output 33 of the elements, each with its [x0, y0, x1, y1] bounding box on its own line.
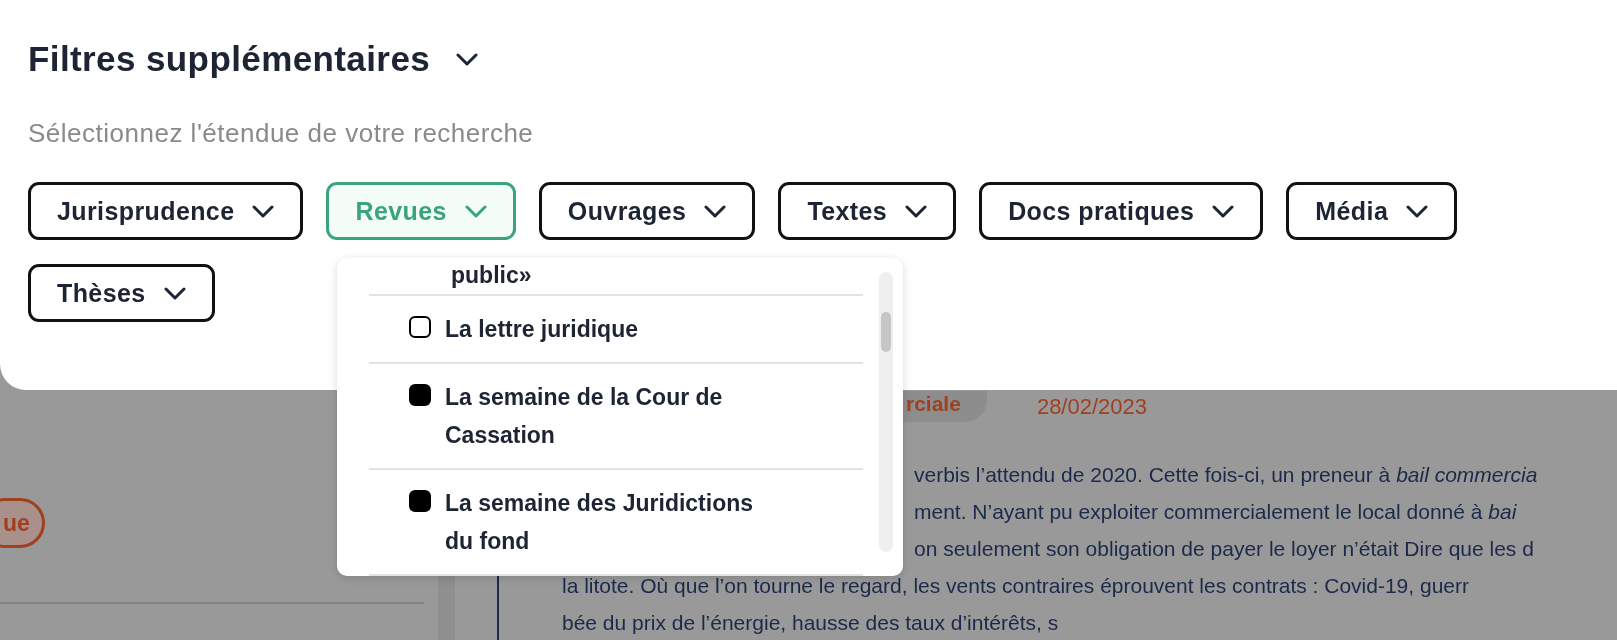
- filter-dropdown-button[interactable]: Docs pratiques: [979, 182, 1264, 240]
- chevron-down-icon: [163, 286, 186, 300]
- date-text: 28/02/2023: [1036, 393, 1147, 420]
- paragraph-line: bée du prix de l’énergie, hausse des taux d’intérêts, s: [562, 610, 1059, 636]
- category-tag: rciale: [902, 391, 987, 422]
- chevron-down-icon: [704, 204, 727, 218]
- chevron-down-icon: [252, 204, 275, 218]
- chevron-down-icon: [1406, 204, 1429, 218]
- filter-dropdown-button[interactable]: Ouvrages: [538, 182, 756, 240]
- filter-dropdown-button[interactable]: Textes: [778, 182, 957, 240]
- checkbox[interactable]: [409, 316, 431, 338]
- paragraph-line: on seulement son obligation de payer le loyer n’était Dire que les d: [914, 536, 1534, 562]
- option-label[interactable]: La semaine de la Cour de Cassation: [445, 378, 770, 454]
- item-label[interactable]: public»: [451, 262, 532, 288]
- filter-dropdown-button[interactable]: Jurisprudence: [28, 182, 304, 240]
- paragraph-line: la litote. Où que l’on tourne le regard, les vents contraires éprouvent les contrats : Covid-19, guerr: [562, 573, 1469, 599]
- filter-dropdown-button[interactable]: Thèses: [28, 264, 215, 322]
- chevron-down-icon: [905, 204, 928, 218]
- paragraph-line: ment. N’ayant pu exploiter commercialement le local donné à bai: [914, 499, 1517, 525]
- panel-title: Filtres supplémentaires: [28, 38, 431, 80]
- chevron-down-icon: [464, 204, 487, 218]
- collapse-chevron-icon[interactable]: [456, 52, 479, 66]
- scrollbar[interactable]: [879, 272, 893, 552]
- checkbox[interactable]: [409, 490, 431, 512]
- chevron-down-icon: [1212, 204, 1235, 218]
- filter-dropdown-button[interactable]: Média: [1286, 182, 1458, 240]
- scrollbar-thumb[interactable]: [881, 312, 891, 352]
- checkbox[interactable]: [409, 384, 431, 406]
- panel-subtitle: Sélectionnez l'étendue de votre recherche: [28, 118, 535, 148]
- quote-rule: [497, 576, 499, 640]
- paragraph-line: verbis l’attendu de 2020. Cette fois-ci, un preneur à bail commercia: [914, 462, 1538, 488]
- option-label[interactable]: La semaine des Juridictions du fond: [445, 484, 770, 560]
- option-label[interactable]: La lettre juridique: [445, 310, 770, 348]
